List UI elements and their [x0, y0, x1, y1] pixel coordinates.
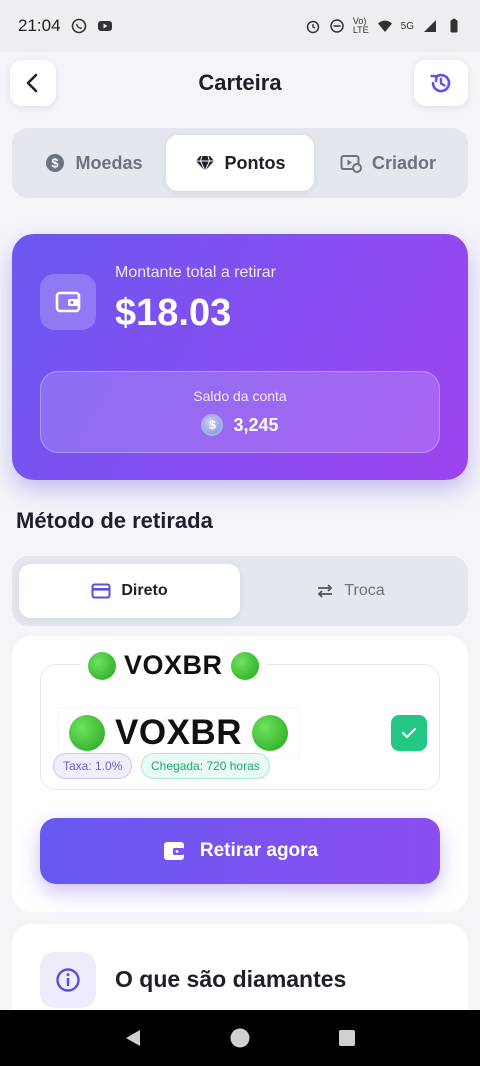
tab-label: Criador	[371, 152, 436, 173]
tab-direto[interactable]: Direto	[19, 564, 240, 618]
tab-pontos[interactable]: Pontos	[166, 135, 314, 191]
info-card[interactable]: O que são diamantes	[12, 924, 468, 1010]
tab-criador[interactable]: Criador	[318, 135, 458, 191]
system-nav-bar	[0, 1010, 480, 1066]
account-balance-label: Saldo da conta	[193, 388, 287, 404]
tab-troca[interactable]: Troca	[240, 564, 461, 618]
amount-value: $18.03	[115, 292, 232, 334]
wallet-icon	[55, 291, 81, 313]
network-label: 5G	[400, 20, 414, 32]
history-button[interactable]	[414, 60, 468, 106]
wifi-icon	[377, 20, 392, 32]
video-settings-icon	[340, 155, 362, 173]
nav-recents-icon[interactable]	[336, 1027, 358, 1049]
green-circle-icon	[88, 651, 116, 680]
tab-label: Pontos	[224, 152, 286, 173]
tab-moedas[interactable]: $ Moedas	[24, 135, 164, 191]
svg-text:$: $	[52, 156, 60, 171]
youtube-icon	[97, 21, 112, 31]
balance-card: Montante total a retirar $18.03 Saldo da…	[12, 234, 468, 480]
green-circle-icon	[230, 651, 259, 680]
wallet-icon	[163, 842, 184, 860]
wallet-icon-box	[40, 274, 96, 330]
diamond-icon	[195, 155, 214, 173]
card-icon	[91, 583, 111, 599]
info-title: O que são diamantes	[115, 966, 347, 992]
account-balance-box: Saldo da conta $ 3,245	[40, 371, 440, 453]
wallet-screen: Carteira $ Moedas Pontos Criador Montant	[0, 52, 480, 1010]
brand-logo-small: VOXBR	[80, 646, 267, 685]
arrival-chip: Chegada: 720 horas	[141, 753, 270, 779]
tab-label: Direto	[121, 582, 168, 599]
withdraw-label: Retirar agora	[199, 840, 319, 861]
section-title: Método de retirada	[16, 508, 213, 533]
signal-icon	[424, 20, 436, 32]
selected-check-icon	[391, 715, 427, 751]
withdraw-method-card: VOXBR Taxa: 1.0% Chegada: 720 horas VOXB…	[12, 636, 468, 912]
coin-icon: $	[201, 414, 224, 436]
green-circle-icon	[251, 715, 288, 751]
account-balance-row: $ 3,245	[41, 414, 439, 436]
whatsapp-icon	[71, 18, 86, 34]
page-title: Carteira	[198, 70, 282, 95]
dollar-coin-icon: $	[46, 154, 65, 172]
currency-tabs: $ Moedas Pontos Criador	[12, 128, 468, 198]
brand-name-small: VOXBR	[124, 650, 223, 680]
header: Carteira	[0, 52, 480, 116]
tab-label: Troca	[344, 582, 385, 599]
amount-label: Montante total a retirar	[115, 264, 276, 281]
status-time: 21:04	[18, 16, 61, 35]
alarm-icon	[306, 20, 320, 34]
brand-logo-large: VOXBR	[59, 709, 298, 757]
account-balance-value: 3,245	[233, 414, 279, 435]
green-circle-icon	[69, 715, 105, 751]
swap-icon	[318, 584, 333, 598]
history-icon	[430, 73, 451, 93]
nav-home-icon[interactable]	[229, 1027, 251, 1049]
fee-chip: Taxa: 1.0%	[53, 753, 133, 779]
volte-icon: Vo) LTE	[352, 16, 369, 35]
method-tabs: Direto Troca	[12, 556, 468, 626]
brand-name-large: VOXBR	[115, 713, 242, 752]
status-bar: 21:04 Vo) LTE 5G	[0, 0, 480, 52]
info-icon-box	[40, 952, 96, 1008]
battery-icon	[450, 18, 458, 33]
tab-label: Moedas	[75, 152, 143, 173]
withdraw-now-button[interactable]: Retirar agora	[40, 818, 440, 884]
nav-back-icon[interactable]	[122, 1027, 144, 1049]
dnd-icon	[330, 19, 344, 33]
info-icon	[56, 968, 80, 992]
